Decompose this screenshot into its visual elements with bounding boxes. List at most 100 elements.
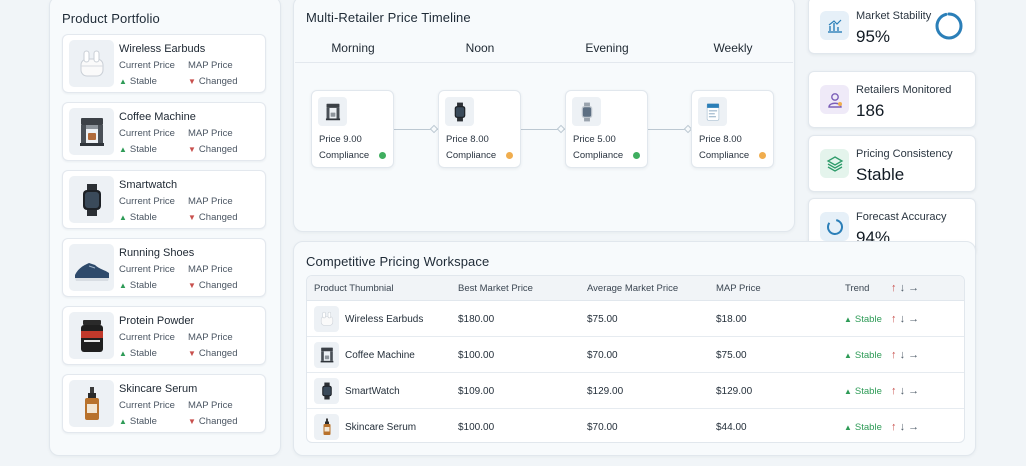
compliance-status-dot (759, 152, 766, 159)
arrow-right-icon[interactable]: → (908, 313, 919, 325)
timeline-card-evening[interactable]: Price 5.00 Compliance (565, 90, 648, 168)
column-header-average-price[interactable]: Average Market Price (587, 283, 678, 294)
triangle-up-icon: ▲ (844, 423, 852, 432)
triangle-up-icon: ▲ (844, 315, 852, 324)
timeline-price: Price 8.00 (699, 134, 742, 145)
row-trend-arrows[interactable]: ↑ ↓ → (891, 385, 919, 397)
row-map-price: $44.00 (716, 422, 747, 433)
smartwatch-icon (69, 176, 114, 223)
arrow-up-icon[interactable]: ↑ (891, 385, 897, 397)
timeline-column-noon: Noon (465, 41, 495, 55)
workspace-title: Competitive Pricing Workspace (306, 254, 490, 269)
current-price-label: Current Price (119, 196, 175, 207)
product-name: Protein Powder (119, 315, 195, 327)
row-trend-arrows[interactable]: ↑ ↓ → (891, 421, 919, 433)
user-icon (820, 85, 849, 114)
arrow-down-icon[interactable]: ↓ (900, 349, 906, 361)
timeline-title: Multi-Retailer Price Timeline (306, 10, 471, 25)
timeline-card-weekly[interactable]: Price 8.00 Compliance (691, 90, 774, 168)
current-price-label: Current Price (119, 332, 175, 343)
table-row[interactable]: SmartWatch $109.00 $129.00 $129.00 ▲ Stab… (307, 374, 964, 409)
arrow-down-icon[interactable]: ↓ (900, 385, 906, 397)
arrow-right-icon[interactable]: → (908, 349, 919, 361)
smartwatch-icon (572, 97, 601, 126)
current-price-label: Current Price (119, 128, 175, 139)
row-trend: ▲ Stable (844, 386, 882, 397)
map-price-label: MAP Price (188, 332, 233, 343)
column-header-map-price[interactable]: MAP Price (716, 283, 761, 294)
arrow-right-icon[interactable]: → (908, 282, 919, 294)
stat-value: 95% (856, 27, 891, 46)
competitive-pricing-workspace: Competitive Pricing Workspace Product Th… (293, 241, 976, 456)
column-header-trend[interactable]: Trend (845, 283, 869, 294)
stat-card-retailers-monitored[interactable]: Retailers Monitored 186 (808, 71, 976, 128)
compliance-label: Compliance (699, 150, 750, 161)
column-header-thumbnail[interactable]: Product Thumbnial (314, 283, 394, 294)
stat-label: Retailers Monitored (856, 84, 952, 96)
triangle-down-icon: ▼ (188, 213, 196, 222)
compliance-status-dot (506, 152, 513, 159)
timeline-card-morning[interactable]: Price 9.00 Compliance (311, 90, 394, 168)
coffee-machine-icon (318, 97, 347, 126)
table-row[interactable]: Coffee Machine $100.00 $70.00 $75.00 ▲ St… (307, 338, 964, 373)
arrow-down-icon[interactable]: ↓ (900, 313, 906, 325)
stable-status: ▲ Stable (119, 212, 157, 223)
coffee-machine-icon (314, 342, 339, 368)
stat-card-market-stability[interactable]: Market Stability 95% (808, 0, 976, 54)
product-card-coffee-machine[interactable]: Coffee Machine Current Price MAP Price ▲… (62, 102, 266, 161)
triangle-up-icon: ▲ (119, 213, 127, 222)
arrow-down-icon[interactable]: ↓ (900, 421, 906, 433)
table-row[interactable]: Wireless Earbuds $180.00 $75.00 $18.00 ▲… (307, 302, 964, 337)
arrow-up-icon[interactable]: ↑ (891, 349, 897, 361)
arrow-down-icon[interactable]: ↓ (900, 282, 906, 294)
earbuds-icon (69, 40, 114, 87)
row-best-price: $109.00 (458, 386, 495, 397)
timeline-column-weekly: Weekly (713, 41, 753, 55)
arrow-right-icon[interactable]: → (908, 385, 919, 397)
column-header-best-price[interactable]: Best Market Price (458, 283, 533, 294)
table-row[interactable]: Skincare Serum $100.00 $70.00 $44.00 ▲ St… (307, 410, 964, 442)
triangle-up-icon: ▲ (119, 145, 127, 154)
product-card-smartwatch[interactable]: Smartwatch Current Price MAP Price ▲ Stab… (62, 170, 266, 229)
triangle-up-icon: ▲ (119, 281, 127, 290)
triangle-down-icon: ▼ (188, 417, 196, 426)
product-card-wireless-earbuds[interactable]: Wireless Earbuds Current Price MAP Price… (62, 34, 266, 93)
row-trend: ▲ Stable (844, 350, 882, 361)
timeline-node (556, 124, 566, 134)
triangle-up-icon: ▲ (844, 351, 852, 360)
compliance-label: Compliance (319, 150, 370, 161)
changed-status: ▼ Changed (188, 212, 238, 223)
current-price-label: Current Price (119, 264, 175, 275)
map-price-label: MAP Price (188, 264, 233, 275)
timeline-price: Price 8.00 (446, 134, 489, 145)
earbuds-icon (314, 306, 339, 332)
product-portfolio-panel: Product Portfolio Wireless Earbuds Curre… (49, 0, 281, 456)
product-card-skincare-serum[interactable]: Skincare Serum Current Price MAP Price ▲… (62, 374, 266, 433)
stability-ring-gauge (935, 12, 963, 40)
compliance-label: Compliance (446, 150, 497, 161)
compliance-status-dot (633, 152, 640, 159)
row-trend-arrows[interactable]: ↑ ↓ → (891, 313, 919, 325)
changed-status: ▼ Changed (188, 144, 238, 155)
arrow-up-icon[interactable]: ↑ (891, 421, 897, 433)
arrow-up-icon[interactable]: ↑ (891, 282, 897, 294)
timeline-card-noon[interactable]: Price 8.00 Compliance (438, 90, 521, 168)
arrow-right-icon[interactable]: → (908, 421, 919, 433)
timeline-price: Price 5.00 (573, 134, 616, 145)
stat-card-pricing-consistency[interactable]: Pricing Consistency Stable (808, 135, 976, 192)
trend-sort-arrows[interactable]: ↑ ↓ → (891, 282, 919, 294)
row-best-price: $180.00 (458, 314, 495, 325)
row-product-name: Wireless Earbuds (345, 314, 424, 325)
product-name: Coffee Machine (119, 111, 196, 123)
row-trend-arrows[interactable]: ↑ ↓ → (891, 349, 919, 361)
row-trend: ▲ Stable (844, 314, 882, 325)
map-price-label: MAP Price (188, 128, 233, 139)
row-trend: ▲ Stable (844, 422, 882, 433)
product-card-protein-powder[interactable]: Protein Powder Current Price MAP Price ▲… (62, 306, 266, 365)
triangle-down-icon: ▼ (188, 77, 196, 86)
product-card-running-shoes[interactable]: Running Shoes Current Price MAP Price ▲ S… (62, 238, 266, 297)
timeline-column-evening: Evening (585, 41, 629, 55)
protein-powder-icon (69, 312, 114, 359)
triangle-down-icon: ▼ (188, 349, 196, 358)
arrow-up-icon[interactable]: ↑ (891, 313, 897, 325)
